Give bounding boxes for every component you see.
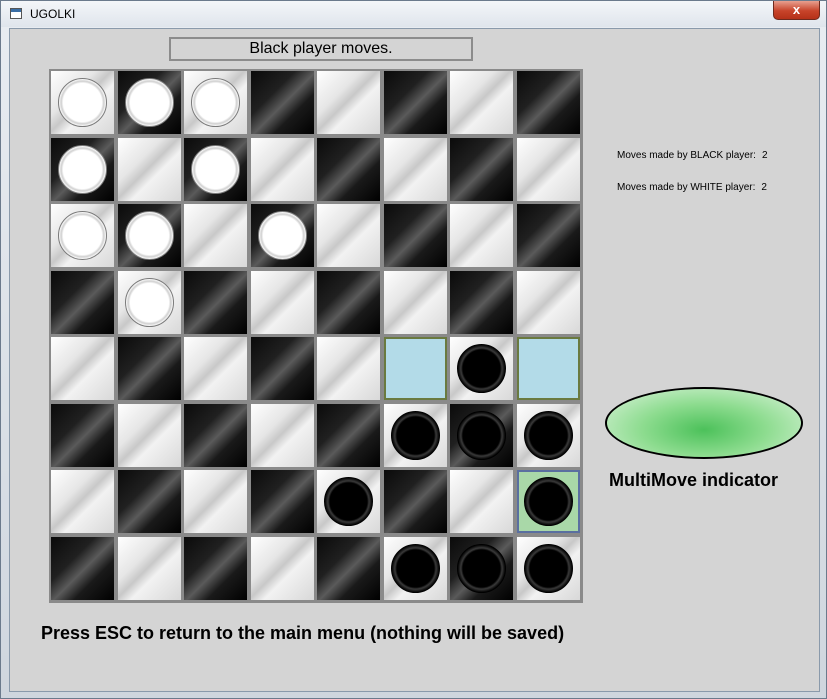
board-square[interactable] (517, 337, 580, 400)
black-piece[interactable] (524, 477, 573, 526)
board-square[interactable] (251, 337, 314, 400)
board-square[interactable] (251, 71, 314, 134)
board-square[interactable] (317, 337, 380, 400)
white-piece[interactable] (191, 145, 240, 194)
black-moves-value: 2 (761, 150, 768, 161)
board-square[interactable] (251, 537, 314, 600)
board-square[interactable] (450, 204, 513, 267)
app-icon (10, 8, 22, 19)
board-square[interactable] (51, 337, 114, 400)
board-square[interactable] (317, 537, 380, 600)
board-square[interactable] (251, 204, 314, 267)
board-square[interactable] (184, 204, 247, 267)
board-square[interactable] (317, 138, 380, 201)
board-square[interactable] (184, 404, 247, 467)
black-piece[interactable] (457, 544, 506, 593)
board-square[interactable] (384, 337, 447, 400)
board-square[interactable] (51, 537, 114, 600)
board-square[interactable] (384, 271, 447, 334)
board-square[interactable] (317, 204, 380, 267)
board-square[interactable] (251, 470, 314, 533)
white-piece[interactable] (125, 78, 174, 127)
board-square[interactable] (450, 337, 513, 400)
board-square[interactable] (517, 138, 580, 201)
board-square[interactable] (384, 470, 447, 533)
board-square[interactable] (517, 271, 580, 334)
board-square[interactable] (317, 404, 380, 467)
board-square[interactable] (450, 138, 513, 201)
board-square[interactable] (251, 138, 314, 201)
board-square[interactable] (184, 71, 247, 134)
status-message: Black player moves. (169, 37, 473, 61)
multimove-indicator-label: MultiMove indicator (609, 470, 779, 490)
board-square[interactable] (118, 204, 181, 267)
board-square[interactable] (118, 537, 181, 600)
board-square[interactable] (517, 537, 580, 600)
board-square[interactable] (51, 404, 114, 467)
black-moves-label: Moves made by BLACK player: (617, 150, 756, 161)
board-square[interactable] (184, 271, 247, 334)
white-piece[interactable] (125, 211, 174, 260)
board-square[interactable] (51, 204, 114, 267)
board-square[interactable] (517, 204, 580, 267)
board-square[interactable] (450, 537, 513, 600)
board-square[interactable] (51, 138, 114, 201)
white-moves-counter: Moves made by WHITE player: 2 (617, 182, 767, 193)
black-piece[interactable] (457, 411, 506, 460)
board-square[interactable] (450, 470, 513, 533)
board-square[interactable] (51, 271, 114, 334)
board-square[interactable] (118, 337, 181, 400)
black-piece[interactable] (524, 411, 573, 460)
board-square[interactable] (317, 470, 380, 533)
board-square[interactable] (517, 470, 580, 533)
white-moves-value: 2 (761, 182, 767, 193)
board-square[interactable] (384, 537, 447, 600)
board-square[interactable] (517, 71, 580, 134)
white-piece[interactable] (58, 145, 107, 194)
black-piece[interactable] (391, 544, 440, 593)
multimove-indicator-light (605, 387, 803, 459)
black-piece[interactable] (457, 344, 506, 393)
board-square[interactable] (118, 71, 181, 134)
board-square[interactable] (118, 470, 181, 533)
board-square[interactable] (450, 71, 513, 134)
board-square[interactable] (184, 337, 247, 400)
white-piece[interactable] (258, 211, 307, 260)
board-square[interactable] (384, 204, 447, 267)
board-square[interactable] (384, 138, 447, 201)
black-piece[interactable] (324, 477, 373, 526)
board-square[interactable] (450, 271, 513, 334)
white-piece[interactable] (58, 211, 107, 260)
board-square[interactable] (517, 404, 580, 467)
board-square[interactable] (118, 404, 181, 467)
board-square[interactable] (184, 537, 247, 600)
escape-hint: Press ESC to return to the main menu (no… (41, 623, 565, 643)
board-square[interactable] (184, 138, 247, 201)
game-board (49, 69, 583, 603)
board-square[interactable] (317, 271, 380, 334)
black-moves-counter: Moves made by BLACK player: 2 (617, 150, 768, 161)
board-square[interactable] (51, 71, 114, 134)
white-moves-label: Moves made by WHITE player: (617, 182, 756, 193)
window-title: UGOLKI (30, 7, 76, 21)
board-square[interactable] (118, 271, 181, 334)
white-piece[interactable] (58, 78, 107, 127)
black-piece[interactable] (524, 544, 573, 593)
board-square[interactable] (51, 470, 114, 533)
board-square[interactable] (384, 71, 447, 134)
close-button[interactable]: x (773, 1, 820, 20)
title-bar: UGOLKI x (1, 1, 826, 27)
black-piece[interactable] (391, 411, 440, 460)
board-square[interactable] (251, 271, 314, 334)
board-square[interactable] (184, 470, 247, 533)
white-piece[interactable] (125, 278, 174, 327)
board-square[interactable] (251, 404, 314, 467)
board-square[interactable] (384, 404, 447, 467)
board-square[interactable] (450, 404, 513, 467)
board-square[interactable] (118, 138, 181, 201)
board-square[interactable] (317, 71, 380, 134)
white-piece[interactable] (191, 78, 240, 127)
